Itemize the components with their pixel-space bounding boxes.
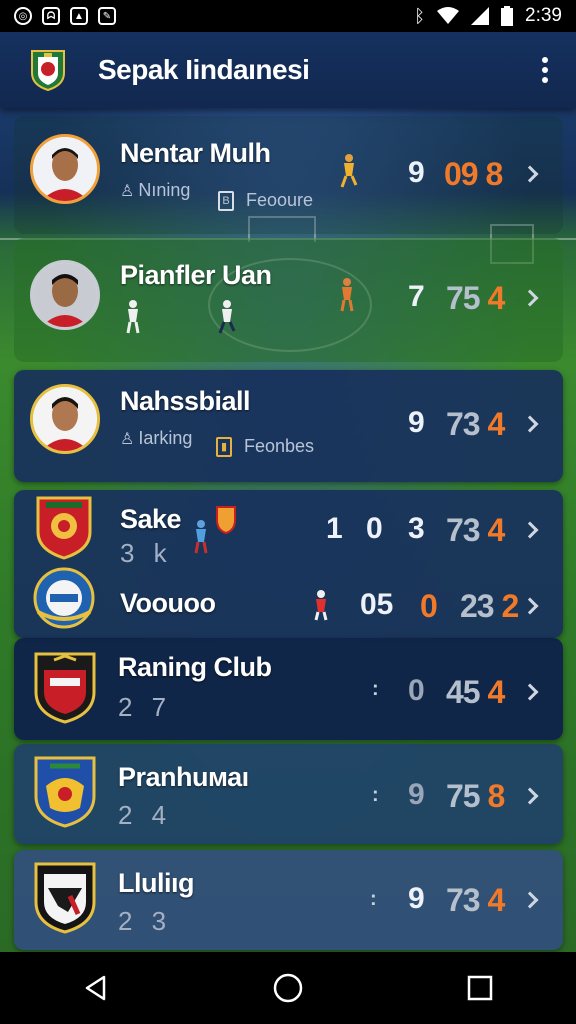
player-stat: 75 4 — [446, 280, 505, 316]
team-score-a: 1 — [326, 512, 343, 545]
team-code: 2 7 — [118, 692, 173, 722]
home-icon[interactable] — [268, 968, 308, 1008]
chevron-right-icon[interactable] — [521, 787, 539, 805]
score-separator: : — [372, 784, 379, 806]
team-name: Voouoo — [120, 588, 216, 618]
bluetooth-icon: ᛒ — [414, 5, 426, 26]
player-name: Pianfler Uan — [120, 260, 272, 290]
team-number: 3 — [408, 512, 425, 545]
player-number: 9 — [408, 156, 425, 189]
signal-icon — [471, 7, 490, 25]
team-stat: 73 4 — [446, 882, 505, 918]
player-sub-right: ▮ Feonbes — [216, 436, 314, 457]
player-role-icon: ♙ — [120, 430, 135, 448]
team-stat: 73 4 — [446, 512, 505, 548]
battery-icon — [501, 6, 514, 26]
chevron-right-icon[interactable] — [521, 415, 539, 433]
team-score-b: 0 — [366, 512, 383, 545]
chevron-right-icon[interactable] — [521, 683, 539, 701]
notification-icons: ◎ ᗣ ▲ ✎ — [14, 7, 116, 25]
chevron-right-icon[interactable] — [521, 597, 539, 615]
team-number: 0 — [420, 588, 438, 624]
recents-icon[interactable] — [460, 968, 500, 1008]
status-bar: ◎ ᗣ ▲ ✎ ᛒ 2:39 — [0, 0, 576, 32]
player-stat: 73 4 — [446, 406, 505, 442]
team-number: 9 — [408, 882, 425, 915]
score-separator: : — [372, 678, 379, 700]
system-nav-bar — [0, 952, 576, 1024]
footballer-figure-icon — [194, 520, 208, 554]
team-crest-icon — [33, 567, 95, 629]
team-card[interactable]: Raning Club 2 7 : 0 45 4 — [14, 638, 563, 740]
team-score-b: 05 — [360, 588, 394, 621]
team-number: 9 — [408, 778, 425, 811]
player-card[interactable]: Nahssbiall ♙ Iarking ▮ Feonbes 9 73 4 — [14, 370, 563, 482]
app-notification-icon: ◎ — [14, 7, 32, 25]
team-crest-icon — [34, 862, 96, 934]
team-number: 0 — [408, 674, 425, 707]
system-icons: ᛒ 2:39 — [414, 5, 562, 27]
overflow-menu-icon[interactable] — [536, 51, 554, 89]
player-role-icon: ♙ — [120, 182, 135, 200]
app-title: Sepak Iindaınesi — [98, 54, 310, 85]
player-avatar — [30, 134, 100, 204]
club-crest-icon[interactable] — [30, 49, 66, 91]
player-stat: 09 8 — [444, 156, 503, 192]
team-crest-icon — [36, 496, 92, 560]
player-avatar — [30, 260, 100, 330]
player-name: Nentar Mulh — [120, 138, 271, 168]
player-card[interactable]: Nentar Mulh ♙ Nıning B Feooure 9 09 8 — [14, 116, 563, 234]
player-avatar — [30, 384, 100, 454]
footballer-figure-icon — [340, 154, 358, 188]
score-separator: : — [370, 888, 377, 910]
team-stat: 75 8 — [446, 778, 505, 814]
footballer-figure-icon — [340, 278, 354, 312]
app-notification-icon: ᗣ — [42, 7, 60, 25]
footballer-figure-icon — [126, 300, 140, 334]
position-badge-icon: B — [218, 190, 234, 211]
team-stat: 23 2 — [460, 588, 519, 624]
team-name: Pranhuмаı — [118, 762, 249, 792]
chevron-right-icon[interactable] — [521, 289, 539, 307]
team-name: Sake — [120, 504, 182, 534]
player-sub-right: B Feooure — [218, 190, 313, 211]
player-number: 7 — [408, 280, 425, 313]
player-sub-left: ♙ Iarking — [120, 428, 193, 448]
team-code: 3 k — [120, 538, 173, 568]
app-bar: Sepak Iindaınesi — [0, 32, 576, 108]
player-name: Nahssbiall — [120, 386, 251, 416]
team-code: 2 3 — [118, 906, 173, 936]
position-badge-icon: ▮ — [216, 436, 232, 457]
team-card[interactable]: Lluliıg 2 3 : 9 73 4 — [14, 850, 563, 950]
back-icon[interactable] — [76, 968, 116, 1008]
player-number: 9 — [408, 406, 425, 439]
chevron-right-icon[interactable] — [521, 165, 539, 183]
team-stat: 45 4 — [446, 674, 505, 710]
shield-badge-icon — [216, 506, 236, 534]
team-card[interactable]: Pranhuмаı 2 4 : 9 75 8 — [14, 744, 563, 844]
team-name: Raning Club — [118, 652, 272, 682]
team-name: Lluliıg — [118, 868, 194, 898]
team-crest-icon — [34, 756, 96, 828]
team-crest-icon — [34, 652, 96, 724]
player-card[interactable]: Pianfler Uan 7 75 4 — [14, 238, 563, 362]
wifi-icon — [437, 7, 460, 24]
player-sub-left: ♙ Nıning — [120, 180, 191, 200]
image-notification-icon: ▲ — [70, 7, 88, 25]
footballer-figure-icon — [218, 300, 236, 334]
team-code: 2 4 — [118, 800, 173, 830]
team-group-card: Sake 3 k 1 0 3 73 4 Voouoo 05 0 23 2 — [14, 490, 563, 638]
chevron-right-icon[interactable] — [521, 891, 539, 909]
footballer-figure-icon — [314, 590, 328, 621]
status-time: 2:39 — [525, 5, 562, 26]
chevron-right-icon[interactable] — [521, 521, 539, 539]
app-notification-icon: ✎ — [98, 7, 116, 25]
